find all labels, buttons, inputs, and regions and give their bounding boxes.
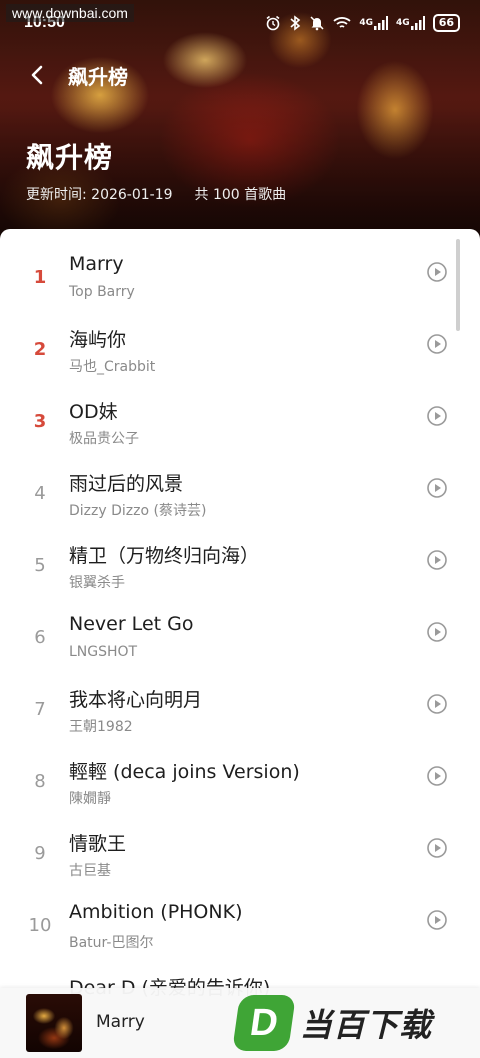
song-row-9[interactable]: 9 情歌王 古巨基 <box>0 825 480 897</box>
song-title: 海屿你 <box>69 329 127 351</box>
song-rank: 10 <box>28 915 52 936</box>
brand-watermark: D 当百下载 <box>232 992 476 1054</box>
play-circle-icon <box>427 478 447 498</box>
play-button[interactable] <box>426 477 448 499</box>
song-list: 1 Marry Top Barry 2 海屿你 马也_Crabbit 3 OD妹… <box>0 229 480 1058</box>
now-playing-title: Marry <box>96 1012 145 1032</box>
nav-title: 飙升榜 <box>68 65 128 89</box>
song-row-4[interactable]: 4 雨过后的风景 Dizzy Dizzo (蔡诗芸) <box>0 465 480 537</box>
song-rank: 3 <box>33 411 47 432</box>
song-artist: Top Barry <box>69 284 135 300</box>
song-rank: 9 <box>34 843 46 864</box>
play-circle-icon <box>427 550 447 570</box>
song-artist: 极品贵公子 <box>69 431 139 447</box>
play-circle-icon <box>427 406 447 426</box>
play-circle-icon <box>427 262 447 282</box>
bluetooth-icon <box>289 15 301 31</box>
play-button[interactable] <box>426 405 448 427</box>
song-title: Ambition (PHONK) <box>69 901 243 923</box>
song-title: Never Let Go <box>69 613 194 635</box>
back-button[interactable] <box>22 60 52 90</box>
song-row-6[interactable]: 6 Never Let Go LNGSHOT <box>0 609 480 681</box>
chart-meta: 更新时间: 2026-01-19 共 100 首歌曲 <box>26 184 286 204</box>
battery-indicator: 66 <box>432 14 460 32</box>
brand-text: 当百下载 <box>300 1006 433 1044</box>
song-row-7[interactable]: 7 我本将心向明月 王朝1982 <box>0 681 480 753</box>
song-row-8[interactable]: 8 輕輕 (deca joins Version) 陳嫺靜 <box>0 753 480 825</box>
brand-logo: D <box>232 995 296 1051</box>
play-circle-icon <box>427 838 447 858</box>
song-rank: 1 <box>33 267 47 288</box>
song-artist: 陳嫺靜 <box>69 791 111 807</box>
play-button[interactable] <box>426 333 448 355</box>
song-rank: 6 <box>34 627 46 648</box>
song-artist: Dizzy Dizzo (蔡诗芸) <box>69 503 207 519</box>
play-circle-icon <box>427 766 447 786</box>
wifi-icon <box>333 16 351 30</box>
chevron-left-icon <box>31 65 43 85</box>
alarm-icon <box>265 15 281 31</box>
album-cover[interactable] <box>26 994 82 1052</box>
update-time: 更新时间: 2026-01-19 <box>26 187 173 203</box>
song-artist: 银翼杀手 <box>69 575 125 591</box>
song-artist: Batur-巴图尔 <box>69 935 154 951</box>
song-row-10[interactable]: 10 Ambition (PHONK) Batur-巴图尔 <box>0 897 480 969</box>
song-title: 雨过后的风景 <box>69 473 184 495</box>
watermark: www.downbai.com <box>6 4 134 22</box>
network-label-2: 4G <box>396 18 410 28</box>
play-button[interactable] <box>426 549 448 571</box>
chart-title: 飙升榜 <box>26 141 114 174</box>
status-bar-icons: 4G 4G 66 <box>265 14 460 32</box>
song-artist: 王朝1982 <box>69 719 133 735</box>
song-rank: 7 <box>34 699 46 720</box>
mute-bell-icon <box>309 15 325 31</box>
play-button[interactable] <box>426 909 448 931</box>
chart-header-banner <box>0 0 480 240</box>
play-circle-icon <box>427 910 447 930</box>
song-title: OD妹 <box>69 401 118 423</box>
song-row-1[interactable]: 1 Marry Top Barry <box>0 249 480 321</box>
song-rank: 8 <box>34 771 46 792</box>
song-title: Marry <box>69 253 124 275</box>
song-row-5[interactable]: 5 精卫（万物终归向海） 银翼杀手 <box>0 537 480 609</box>
play-circle-icon <box>427 694 447 714</box>
play-button[interactable] <box>426 765 448 787</box>
song-artist: 马也_Crabbit <box>69 359 156 375</box>
song-title: 情歌王 <box>69 833 127 855</box>
song-title: 精卫（万物终归向海） <box>69 545 260 567</box>
signal-2-icon: 4G <box>396 16 425 30</box>
song-title: 輕輕 (deca joins Version) <box>69 761 300 783</box>
play-button[interactable] <box>426 837 448 859</box>
song-artist: LNGSHOT <box>69 644 138 660</box>
song-row-3[interactable]: 3 OD妹 极品贵公子 <box>0 393 480 465</box>
song-title: 我本将心向明月 <box>69 689 203 711</box>
song-rank: 5 <box>34 555 46 576</box>
play-circle-icon <box>427 622 447 642</box>
song-rank: 2 <box>33 339 47 360</box>
play-button[interactable] <box>426 261 448 283</box>
play-button[interactable] <box>426 693 448 715</box>
song-count: 共 100 首歌曲 <box>194 187 287 203</box>
signal-1-icon: 4G <box>359 16 389 30</box>
song-rank: 4 <box>34 483 46 504</box>
play-button[interactable] <box>426 621 448 643</box>
network-label-1: 4G <box>359 18 374 28</box>
play-circle-icon <box>427 334 447 354</box>
song-row-2[interactable]: 2 海屿你 马也_Crabbit <box>0 321 480 393</box>
song-artist: 古巨基 <box>69 863 111 879</box>
